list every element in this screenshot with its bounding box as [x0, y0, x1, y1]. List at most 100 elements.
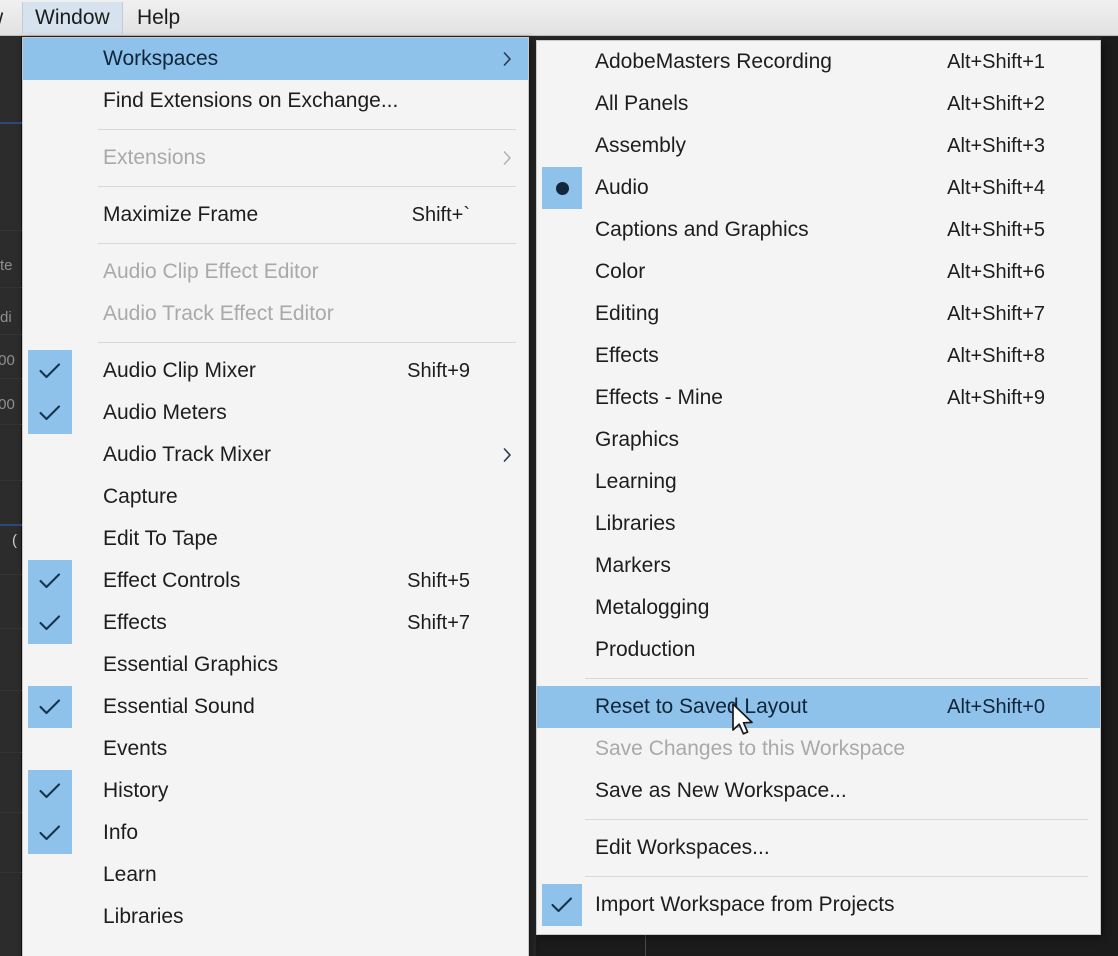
workspaces-submenu-item-edit-workspaces[interactable]: Edit Workspaces...	[537, 827, 1100, 869]
chevron-right-icon	[503, 52, 512, 67]
window-menu-item-find-extensions-on-exchange[interactable]: Find Extensions on Exchange...	[23, 80, 528, 122]
workspaces-submenu-separator	[585, 876, 1088, 877]
workspaces-submenu-item-shortcut: Alt+Shift+0	[947, 695, 1045, 718]
window-menu-item-label: Effect Controls	[103, 569, 241, 592]
workspaces-submenu-item-adobemasters-recording[interactable]: AdobeMasters Recording Alt+Shift+1	[537, 41, 1100, 83]
checkmark-icon	[28, 812, 72, 854]
workspaces-submenu-item-shortcut: Alt+Shift+3	[947, 134, 1045, 157]
workspaces-submenu-item-effects-mine[interactable]: Effects - Mine Alt+Shift+9	[537, 377, 1100, 419]
window-menu-item-extensions: Extensions	[23, 137, 528, 179]
window-menu-item-shortcut: Shift+5	[407, 569, 470, 592]
window-menu-item-effects[interactable]: Effects Shift+7	[23, 602, 528, 644]
window-menu-item-label: History	[103, 779, 169, 802]
window-menu-item-label: Audio Meters	[103, 401, 227, 424]
workspaces-submenu-item-assembly[interactable]: Assembly Alt+Shift+3	[537, 125, 1100, 167]
window-menu-separator	[98, 186, 516, 187]
checkmark-icon	[28, 602, 72, 644]
menubar-item-window-label: Window	[35, 6, 110, 29]
bg-accent-line-top	[0, 122, 22, 124]
workspaces-submenu-item-label: Metalogging	[595, 596, 710, 619]
window-menu-item-audio-clip-effect-editor: Audio Clip Effect Editor	[23, 251, 528, 293]
window-menu-item-info[interactable]: Info	[23, 812, 528, 854]
window-menu-item-learn[interactable]: Learn	[23, 854, 528, 896]
window-menu-item-events[interactable]: Events	[23, 728, 528, 770]
workspaces-submenu-separator	[585, 819, 1088, 820]
workspaces-submenu-item-learning[interactable]: Learning	[537, 461, 1100, 503]
window-menu-item-label: Capture	[103, 485, 178, 508]
window-menu-item-label: Info	[103, 821, 139, 844]
window-menu-item-label: Effects	[103, 611, 167, 634]
workspaces-submenu-item-shortcut: Alt+Shift+4	[947, 176, 1045, 199]
window-menu-separator	[98, 342, 516, 343]
checkmark-icon	[28, 770, 72, 812]
screen: te di :00 :00 ( w Window Help Workspaces…	[0, 0, 1118, 956]
checkmark-icon	[28, 686, 72, 728]
window-menu-item-label: Audio Track Effect Editor	[103, 302, 334, 325]
workspaces-submenu-item-label: Libraries	[595, 512, 676, 535]
window-menu-item-shortcut: Shift+7	[407, 611, 470, 634]
checkmark-icon	[542, 884, 582, 926]
window-menu-item-audio-meters[interactable]: Audio Meters	[23, 392, 528, 434]
workspaces-submenu-popup: AdobeMasters Recording Alt+Shift+1 All Pan…	[536, 40, 1101, 935]
window-menu-item-label: Extensions	[103, 146, 206, 169]
workspaces-submenu-item-metalogging[interactable]: Metalogging	[537, 587, 1100, 629]
window-menu-item-audio-track-effect-editor: Audio Track Effect Editor	[23, 293, 528, 335]
window-menu-item-history[interactable]: History	[23, 770, 528, 812]
workspaces-submenu-item-shortcut: Alt+Shift+2	[947, 92, 1045, 115]
window-menu-item-label: Maximize Frame	[103, 203, 259, 226]
workspaces-submenu-item-libraries[interactable]: Libraries	[537, 503, 1100, 545]
workspaces-submenu-item-graphics[interactable]: Graphics	[537, 419, 1100, 461]
window-menu-item-capture[interactable]: Capture	[23, 476, 528, 518]
window-menu-item-workspaces[interactable]: Workspaces	[23, 38, 528, 80]
workspaces-submenu-item-shortcut: Alt+Shift+5	[947, 218, 1045, 241]
workspaces-submenu-item-shortcut: Alt+Shift+1	[947, 50, 1045, 73]
window-menu-item-label: Workspaces	[103, 47, 219, 70]
menubar-item-help-label: Help	[137, 6, 181, 29]
workspaces-submenu-item-label: Effects	[595, 344, 659, 367]
bg-divider-6	[0, 480, 22, 481]
bg-divider-11	[0, 812, 22, 813]
workspaces-submenu-item-save-as-new-workspace[interactable]: Save as New Workspace...	[537, 770, 1100, 812]
workspaces-submenu-item-production[interactable]: Production	[537, 629, 1100, 671]
bg-bottom-strip	[536, 935, 1101, 956]
workspaces-submenu-item-captions-and-graphics[interactable]: Captions and Graphics Alt+Shift+5	[537, 209, 1100, 251]
workspaces-submenu-item-markers[interactable]: Markers	[537, 545, 1100, 587]
bg-frag-0: te	[0, 257, 13, 274]
bg-divider-4	[0, 378, 22, 379]
workspaces-submenu-item-import-workspace-from-projects[interactable]: Import Workspace from Projects	[537, 884, 1100, 926]
workspaces-submenu-item-editing[interactable]: Editing Alt+Shift+7	[537, 293, 1100, 335]
window-menu-item-essential-sound[interactable]: Essential Sound	[23, 686, 528, 728]
workspaces-submenu-item-label: Production	[595, 638, 696, 661]
workspaces-submenu-item-color[interactable]: Color Alt+Shift+6	[537, 251, 1100, 293]
window-menu-item-label: Learn	[103, 863, 157, 886]
menubar-item-view-truncated[interactable]: w	[0, 6, 3, 30]
window-menu-item-shortcut: Shift+`	[411, 203, 470, 226]
workspaces-submenu-item-label: Edit Workspaces...	[595, 836, 770, 859]
workspaces-submenu-item-label: Assembly	[595, 134, 687, 157]
window-menu-item-audio-track-mixer[interactable]: Audio Track Mixer	[23, 434, 528, 476]
window-menu-item-essential-graphics[interactable]: Essential Graphics	[23, 644, 528, 686]
workspaces-submenu-item-effects[interactable]: Effects Alt+Shift+8	[537, 335, 1100, 377]
workspaces-submenu-item-shortcut: Alt+Shift+7	[947, 302, 1045, 325]
bg-divider-10	[0, 752, 22, 753]
workspaces-submenu-item-label: Captions and Graphics	[595, 218, 809, 241]
bg-divider-2	[0, 287, 22, 288]
window-menu-item-edit-to-tape[interactable]: Edit To Tape	[23, 518, 528, 560]
workspaces-submenu-item-all-panels[interactable]: All Panels Alt+Shift+2	[537, 83, 1100, 125]
window-menu-item-effect-controls[interactable]: Effect Controls Shift+5	[23, 560, 528, 602]
app-left-panel-strip	[0, 32, 22, 956]
window-menu-item-libraries[interactable]: Libraries	[23, 896, 528, 938]
workspaces-submenu-item-label: Editing	[595, 302, 660, 325]
window-menu-item-label: Essential Graphics	[103, 653, 279, 676]
window-menu-item-label: Events	[103, 737, 168, 760]
bg-divider-5	[0, 424, 22, 425]
workspaces-submenu-item-save-changes-to-this-workspace: Save Changes to this Workspace	[537, 728, 1100, 770]
window-menu-separator	[98, 129, 516, 130]
workspaces-submenu-item-reset-to-saved-layout[interactable]: Reset to Saved Layout Alt+Shift+0	[537, 686, 1100, 728]
menubar-item-window[interactable]: Window	[22, 2, 123, 34]
window-menu-item-maximize-frame[interactable]: Maximize Frame Shift+`	[23, 194, 528, 236]
window-menu-item-audio-clip-mixer[interactable]: Audio Clip Mixer Shift+9	[23, 350, 528, 392]
menubar-item-help[interactable]: Help	[125, 2, 192, 34]
workspaces-submenu-item-label: All Panels	[595, 92, 689, 115]
workspaces-submenu-item-audio[interactable]: Audio Alt+Shift+4	[537, 167, 1100, 209]
